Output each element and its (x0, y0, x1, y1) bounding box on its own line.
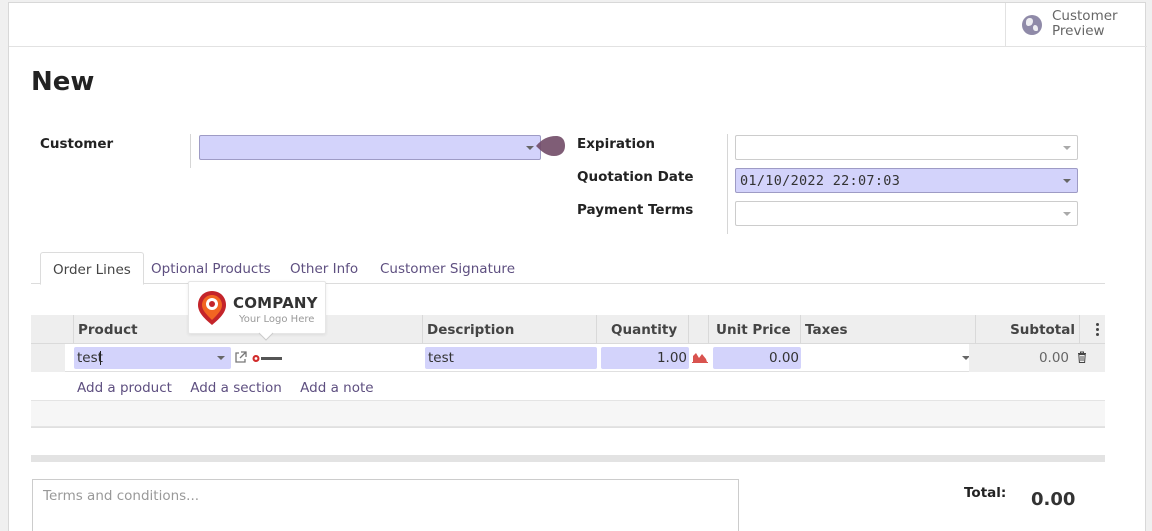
payment-terms-label: Payment Terms (577, 202, 694, 218)
quantity-value: 1.00 (656, 350, 687, 366)
unit-price-value: 0.00 (768, 350, 799, 366)
customer-preview-button[interactable]: Customer Preview (1005, 3, 1147, 46)
add-section-link[interactable]: Add a section (190, 380, 282, 396)
customer-preview-label: Customer Preview (1052, 8, 1118, 39)
chevron-down-icon[interactable] (526, 146, 534, 150)
product-image-popover: COMPANY Your Logo Here (188, 281, 326, 334)
tooltip-pointer-icon (536, 136, 565, 156)
field-separator (190, 134, 191, 168)
globe-icon (1022, 15, 1042, 35)
add-product-link[interactable]: Add a product (77, 380, 172, 396)
table-row[interactable]: test test 1.00 0.00 0.00 (31, 344, 1105, 372)
product-input[interactable]: test (74, 347, 231, 369)
total-value: 0.00 (1031, 489, 1076, 510)
chevron-down-icon[interactable] (1063, 212, 1071, 216)
popover-arrow-icon (258, 332, 274, 341)
logo-tagline: Your Logo Here (239, 314, 315, 325)
trash-icon[interactable] (1077, 351, 1087, 363)
column-header-taxes[interactable]: Taxes (800, 315, 975, 344)
quotation-date-label: Quotation Date (577, 169, 694, 185)
chevron-down-icon[interactable] (1063, 146, 1071, 150)
column-header-quantity[interactable]: Quantity (596, 315, 688, 344)
company-logo-icon (198, 291, 226, 325)
tab-customer-signature[interactable]: Customer Signature (368, 252, 527, 285)
column-header-subtotal[interactable]: Subtotal (975, 315, 1079, 344)
terms-placeholder: Terms and conditions... (43, 488, 200, 504)
notebook-tabs: Order Lines Optional Products Other Info… (31, 252, 1105, 285)
kebab-menu-icon[interactable] (1096, 323, 1099, 336)
customer-label: Customer (40, 136, 114, 152)
subtotal-cell: 0.00 (969, 344, 1105, 372)
quantity-input[interactable]: 1.00 (601, 347, 689, 369)
add-line-links: Add a product Add a section Add a note (77, 380, 388, 396)
total-label: Total: (964, 485, 1007, 501)
subtotal-value: 0.00 (1038, 350, 1069, 366)
table-footer-bar (31, 455, 1105, 462)
quotation-date-field[interactable]: 01/10/2022 22:07:03 (735, 168, 1078, 193)
form-button-box: Customer Preview (9, 3, 1147, 47)
terms-field[interactable]: Terms and conditions... (32, 479, 739, 531)
field-separator (727, 134, 728, 234)
unit-price-input[interactable]: 0.00 (713, 347, 801, 369)
customer-field[interactable] (199, 135, 541, 160)
area-chart-icon[interactable] (692, 351, 708, 363)
payment-terms-field[interactable] (735, 201, 1078, 226)
add-note-link[interactable]: Add a note (300, 380, 373, 396)
chevron-down-icon[interactable] (217, 356, 225, 360)
expiration-field[interactable] (735, 135, 1078, 160)
column-header-forecast (688, 315, 708, 344)
text-cursor (100, 351, 101, 365)
tab-order-lines[interactable]: Order Lines (40, 252, 144, 285)
description-value: test (428, 350, 454, 366)
logo-company-name: COMPANY (233, 294, 318, 312)
column-header-unit-price[interactable]: Unit Price (708, 315, 800, 344)
chevron-down-icon[interactable] (1063, 179, 1071, 183)
empty-table-row (31, 400, 1105, 427)
column-options[interactable] (1079, 315, 1105, 344)
row-handle[interactable] (31, 344, 65, 372)
expiration-label: Expiration (577, 136, 655, 152)
external-link-icon[interactable] (234, 351, 247, 364)
taxes-input[interactable] (804, 347, 974, 369)
column-header-description[interactable]: Description (422, 315, 596, 344)
product-thumbnail-icon (252, 355, 282, 362)
quotation-date-value: 01/10/2022 22:07:03 (740, 173, 901, 189)
page-title: New (31, 67, 95, 97)
divider (31, 427, 1105, 428)
description-input[interactable]: test (425, 347, 597, 369)
